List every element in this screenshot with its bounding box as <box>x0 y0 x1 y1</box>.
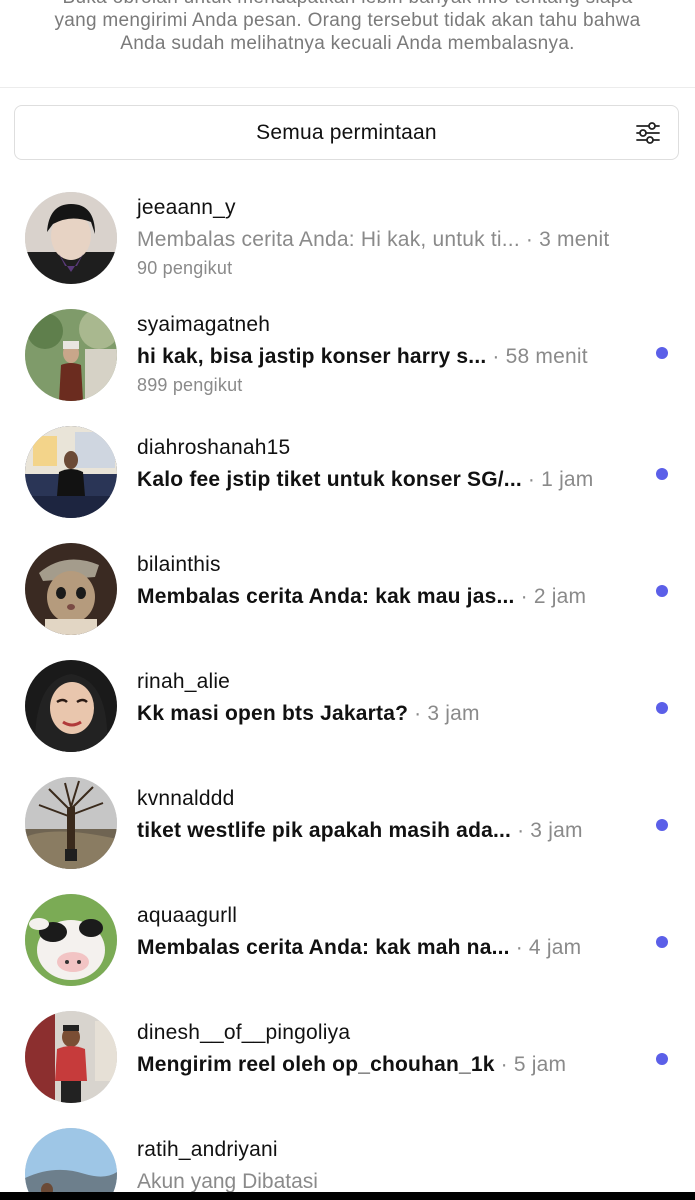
message-text: hi kak, bisa jastip konser harry s... <box>137 345 487 368</box>
follower-count: 899 pengikut <box>137 375 243 395</box>
message-text: Membalas cerita Anda: kak mau jas... <box>137 585 515 608</box>
message-time: · 3 jam <box>414 702 480 725</box>
message-preview: tiket westlife pik apakah masih ada... · … <box>137 819 583 843</box>
unread-dot <box>656 819 668 831</box>
request-row[interactable]: bilainthis Membalas cerita Anda: kak mau… <box>0 529 695 646</box>
request-row[interactable]: rinah_alie Kk masi open bts Jakarta? · 3 … <box>0 646 695 763</box>
message-text: Membalas cerita Anda: Hi kak, untuk ti..… <box>137 228 520 251</box>
message-preview: Membalas cerita Anda: kak mah na... · 4 j… <box>137 936 581 960</box>
request-row[interactable]: kvnnalddd tiket westlife pik apakah masi… <box>0 763 695 880</box>
divider <box>0 87 695 88</box>
avatar[interactable] <box>25 543 117 635</box>
message-time: · 1 jam <box>527 468 594 491</box>
message-time: · 3 menit <box>525 228 610 251</box>
restricted-account-label: Akun yang Dibatasi <box>137 1170 318 1192</box>
filter-label: Semua permintaan <box>256 121 437 144</box>
username: syaimagatneh <box>137 313 271 336</box>
message-requests-screen: Buka obrolan untuk mendapatkan lebih ban… <box>0 0 695 1192</box>
message-time: · 5 jam <box>500 1053 567 1076</box>
request-list: jeeaann_y Membalas cerita Anda: Hi kak, … <box>0 178 695 1192</box>
avatar[interactable] <box>25 1011 117 1103</box>
request-row[interactable]: ratih_andriyani Akun yang Dibatasi <box>0 1114 695 1192</box>
message-preview: hi kak, bisa jastip konser harry s... · 5… <box>137 345 588 369</box>
notice-line-1: Buka obrolan untuk mendapatkan lebih ban… <box>0 0 695 9</box>
avatar[interactable] <box>25 777 117 869</box>
avatar[interactable] <box>25 309 117 401</box>
message-time: · 58 menit <box>492 345 588 368</box>
unread-dot <box>656 468 668 480</box>
requests-notice: Buka obrolan untuk mendapatkan lebih ban… <box>0 0 695 55</box>
request-row[interactable]: aquaagurll Membalas cerita Anda: kak mah… <box>0 880 695 997</box>
message-text: Mengirim reel oleh op_chouhan_1k <box>137 1053 495 1076</box>
avatar[interactable] <box>25 192 117 284</box>
message-time: · 2 jam <box>520 585 587 608</box>
sliders-icon[interactable] <box>634 119 662 147</box>
username: jeeaann_y <box>137 196 236 219</box>
username: dinesh__of__pingoliya <box>137 1021 351 1044</box>
message-preview: Mengirim reel oleh op_chouhan_1k · 5 jam <box>137 1053 566 1077</box>
avatar[interactable] <box>25 660 117 752</box>
message-text: tiket westlife pik apakah masih ada... <box>137 819 512 842</box>
message-preview: Kk masi open bts Jakarta? · 3 jam <box>137 702 480 726</box>
notice-line-2: yang mengirimi Anda pesan. Orang tersebu… <box>54 10 641 31</box>
unread-dot <box>656 936 668 948</box>
unread-dot <box>656 702 668 714</box>
request-row[interactable]: syaimagatneh hi kak, bisa jastip konser … <box>0 295 695 412</box>
message-time: · 3 jam <box>517 819 583 842</box>
avatar[interactable] <box>25 426 117 518</box>
message-preview: Membalas cerita Anda: kak mau jas... · 2 … <box>137 585 586 609</box>
message-preview: Kalo fee jstip tiket untuk konser SG/...… <box>137 468 594 492</box>
username: aquaagurll <box>137 904 238 927</box>
username: rinah_alie <box>137 670 231 693</box>
username: diahroshanah15 <box>137 436 291 459</box>
message-text: Kalo fee jstip tiket untuk konser SG/... <box>137 468 522 491</box>
message-time: · 4 jam <box>515 936 582 959</box>
username: bilainthis <box>137 553 221 576</box>
avatar[interactable] <box>25 1128 117 1192</box>
message-text: Kk masi open bts Jakarta? <box>137 702 409 725</box>
request-row[interactable]: jeeaann_y Membalas cerita Anda: Hi kak, … <box>0 178 695 295</box>
avatar[interactable] <box>25 894 117 986</box>
notice-line-3: Anda sudah melihatnya kecuali Anda memba… <box>120 33 575 54</box>
request-row[interactable]: diahroshanah15 Kalo fee jstip tiket untu… <box>0 412 695 529</box>
unread-dot <box>656 347 668 359</box>
request-row[interactable]: dinesh__of__pingoliya Mengirim reel oleh… <box>0 997 695 1114</box>
follower-count: 90 pengikut <box>137 258 233 278</box>
message-preview: Membalas cerita Anda: Hi kak, untuk ti..… <box>137 228 609 252</box>
all-requests-filter-button[interactable]: Semua permintaan <box>14 105 679 160</box>
username: ratih_andriyani <box>137 1138 278 1161</box>
unread-dot <box>656 1053 668 1065</box>
username: kvnnalddd <box>137 787 235 810</box>
message-text: Membalas cerita Anda: kak mah na... <box>137 936 510 959</box>
unread-dot <box>656 585 668 597</box>
